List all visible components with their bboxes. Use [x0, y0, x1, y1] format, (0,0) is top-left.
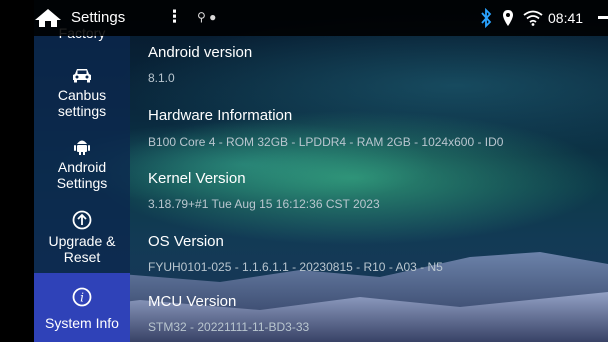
android-version-value: 8.1.0 [148, 71, 175, 85]
settings-sidebar: Factory Canbus settings [34, 28, 130, 342]
sidebar-item-system-info[interactable]: i System Info [34, 273, 130, 342]
sidebar-item-label-line2: Reset [63, 249, 101, 265]
svg-text:i: i [80, 291, 84, 305]
mcu-version-title: MCU Version [148, 293, 237, 310]
home-icon[interactable] [34, 8, 62, 28]
os-version-value: FYUH0101-025 - 1.1.6.1.1 - 20230815 - R1… [148, 260, 443, 274]
sidebar-item-label-line1: Upgrade & [48, 233, 116, 249]
kernel-version-value: 3.18.79+#1 Tue Aug 15 16:12:36 CST 2023 [148, 197, 380, 211]
car-icon [73, 69, 91, 83]
sidebar-item-upgrade-reset[interactable]: Upgrade & Reset [34, 206, 130, 272]
usb-icon: ⚲ ● [197, 10, 217, 24]
kernel-version-title: Kernel Version [148, 170, 246, 187]
os-version-title: OS Version [148, 233, 224, 250]
sidebar-item-label-line2: Settings [56, 175, 108, 191]
settings-screen: Settings ⋮ ⚲ ● 08:41 Factory [0, 0, 608, 342]
hardware-information-value: B100 Core 4 - ROM 32GB - LPDDR4 - RAM 2G… [148, 135, 504, 149]
sidebar-item-label: System Info [45, 315, 119, 331]
bluetooth-icon [481, 8, 492, 28]
location-icon [503, 10, 513, 26]
clock: 08:41 [548, 10, 584, 26]
sidebar-item-label-line1: Canbus [57, 87, 107, 103]
sidebar-item-label-line2: settings [57, 103, 107, 119]
android-icon [74, 140, 90, 155]
left-bezel [0, 0, 34, 342]
sidebar-item-android-settings[interactable]: Android Settings [34, 136, 130, 194]
app-title: Settings [71, 9, 126, 26]
status-bar: Settings ⋮ ⚲ ● 08:41 [0, 0, 608, 36]
mcu-version-value: STM32 - 20221111-11-BD3-33 [148, 320, 310, 334]
wifi-icon [523, 10, 543, 26]
android-version-title: Android version [148, 44, 253, 61]
info-icon: i [72, 287, 92, 307]
sidebar-item-canbus-settings[interactable]: Canbus settings [34, 64, 130, 124]
sidebar-item-label-line1: Android [57, 159, 107, 175]
more-icon[interactable]: ⋮ [166, 7, 183, 27]
edge-indicator [598, 16, 608, 19]
hardware-information-title: Hardware Information [148, 107, 293, 124]
upgrade-icon [72, 210, 92, 230]
